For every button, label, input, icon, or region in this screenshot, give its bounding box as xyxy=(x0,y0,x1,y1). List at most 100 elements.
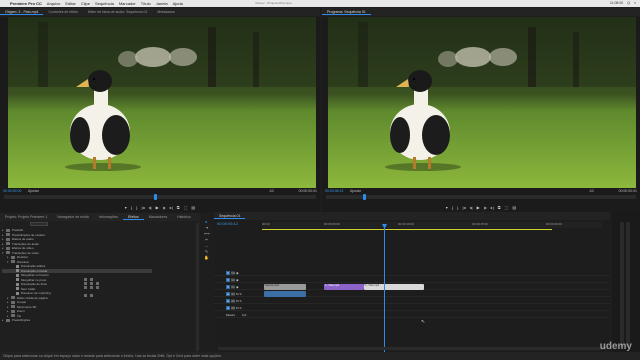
menu-item-editar[interactable]: Editar xyxy=(65,1,75,6)
play-button[interactable]: ▶ xyxy=(156,205,159,210)
menu-item-sequencia[interactable]: Sequência xyxy=(95,1,114,6)
overwrite-button[interactable]: ⬚ xyxy=(184,205,188,210)
effect-folder[interactable]: ▸ Efeito virada de página xyxy=(2,296,152,300)
effect-folder[interactable]: ▸ Zoom xyxy=(2,309,152,313)
spotlight-icon[interactable]: Q xyxy=(627,1,630,5)
effect-item[interactable]: Dissolver de morphing xyxy=(2,291,152,295)
effect-folder[interactable]: ▸ Predefinições de usuário xyxy=(2,233,152,237)
mark-in-button[interactable]: { xyxy=(452,205,453,210)
time-ruler[interactable]: 00:00 00:00:05:00 00:00:10:00 00:00:15:0… xyxy=(262,222,602,228)
timeline-clip[interactable]: 4 - Pato.mp4 xyxy=(324,284,364,290)
effect-item[interactable]: Mergulhar no preto xyxy=(2,278,152,282)
audio-clip[interactable] xyxy=(264,291,306,297)
source-timecode[interactable]: 00:00:00:00 xyxy=(3,189,22,193)
effect-folder[interactable]: ▸ Efeitos de vídeo xyxy=(2,246,152,250)
program-scrubber[interactable] xyxy=(326,194,636,200)
add-marker-button[interactable]: ▾ xyxy=(125,205,127,210)
tab-history[interactable]: Histórico xyxy=(172,215,196,219)
timeline-playhead[interactable] xyxy=(382,224,387,352)
tab-audio-mixer[interactable]: Mixer de faixa de áudio: Sequência 01 xyxy=(83,10,153,14)
track-target-toggle[interactable]: A xyxy=(226,299,230,303)
program-fit-select[interactable]: Ajustar xyxy=(350,189,361,193)
source-fit-select[interactable]: Ajustar xyxy=(28,189,39,193)
effect-folder[interactable]: ▸ Predefin. xyxy=(2,228,152,232)
effect-folder[interactable]: ▸ Predefinições xyxy=(2,318,152,322)
solo-icon[interactable]: S xyxy=(240,299,242,303)
tab-sequence[interactable]: Sequência 01 xyxy=(214,214,246,219)
step-back-button[interactable]: ◂| xyxy=(470,205,473,210)
go-to-in-button[interactable]: |◂ xyxy=(463,205,466,210)
menu-item-titulo[interactable]: Título xyxy=(141,1,151,6)
eye-icon[interactable]: ◉ xyxy=(236,278,239,282)
program-playhead[interactable] xyxy=(363,194,367,200)
program-resolution-select[interactable]: 1/2 xyxy=(589,189,594,193)
mute-icon[interactable]: M xyxy=(236,292,239,296)
extract-button[interactable]: ⬚ xyxy=(505,205,509,210)
effect-folder[interactable]: ▸ Deslizar xyxy=(2,255,152,259)
lift-button[interactable]: ⧉ xyxy=(498,205,501,210)
effect-folder[interactable]: ▸ Limpar xyxy=(2,300,152,304)
menu-item-clipe[interactable]: Clipe xyxy=(81,1,90,6)
effect-folder[interactable]: ▸ Efeitos de áudio xyxy=(2,237,152,241)
slip-tool-icon[interactable]: ↔ xyxy=(204,243,209,248)
solo-icon[interactable]: S xyxy=(240,292,242,296)
mark-out-button[interactable]: } xyxy=(136,205,137,210)
effect-folder[interactable]: ▸ Movimento 3D xyxy=(2,305,152,309)
effect-folder[interactable]: ▾ Dissolver xyxy=(2,260,152,264)
go-to-in-button[interactable]: |◂ xyxy=(142,205,145,210)
timeline-clip[interactable]: Gansos.mp4 xyxy=(264,284,306,290)
mark-in-button[interactable]: { xyxy=(131,205,132,210)
tab-effects[interactable]: Efeitos xyxy=(123,215,144,220)
go-to-out-button[interactable]: ▸| xyxy=(491,205,494,210)
timeline-timecode[interactable]: 00:00:06:12 xyxy=(217,221,238,226)
tab-program[interactable]: Programa: Sequência 01 xyxy=(322,10,371,15)
effect-folder[interactable]: ▾ Transições de vídeo xyxy=(2,251,152,255)
tab-metadata[interactable]: Metadados xyxy=(152,10,179,14)
notification-icon[interactable]: ≡ xyxy=(634,1,636,5)
mark-out-button[interactable]: } xyxy=(457,205,458,210)
mute-icon[interactable]: M xyxy=(236,299,239,303)
export-frame-button[interactable]: ▤ xyxy=(512,205,516,210)
track-target-toggle[interactable]: V xyxy=(226,285,230,289)
source-playhead[interactable] xyxy=(153,194,157,200)
tab-source[interactable]: Origem: 3 - Pato.mp4 xyxy=(0,10,44,15)
pen-tool-icon[interactable]: ✎ xyxy=(204,249,209,254)
solo-icon[interactable]: S xyxy=(240,306,242,310)
source-scrubber[interactable] xyxy=(4,194,316,200)
menu-item-arquivo[interactable]: Arquivo xyxy=(47,1,61,6)
go-to-out-button[interactable]: ▸| xyxy=(170,205,173,210)
razor-tool-icon[interactable]: ✂ xyxy=(204,237,209,242)
source-video-frame[interactable] xyxy=(8,17,316,188)
program-video-frame[interactable] xyxy=(328,17,636,188)
track-select-tool-icon[interactable]: ⇥ xyxy=(204,225,209,230)
source-resolution-select[interactable]: 1/2 xyxy=(269,189,274,193)
step-back-button[interactable]: ◂| xyxy=(149,205,152,210)
menu-item-janela[interactable]: Janela xyxy=(156,1,168,6)
effects-search-input[interactable] xyxy=(30,222,48,226)
timeline-clip[interactable]: 2 - Pato.mp4 xyxy=(364,284,424,290)
effects-scrollbar[interactable] xyxy=(196,223,199,351)
effect-item[interactable]: Dissolução de filme xyxy=(2,282,152,286)
tab-markers[interactable]: Marcadores xyxy=(144,215,172,219)
effect-folder[interactable]: ▸ Transições de áudio xyxy=(2,242,152,246)
effect-item[interactable]: Dissolução aditiva xyxy=(2,264,152,268)
export-frame-button[interactable]: ▤ xyxy=(191,205,195,210)
menu-item-ajuda[interactable]: Ajuda xyxy=(173,1,183,6)
work-area-bar[interactable] xyxy=(262,229,552,230)
add-marker-button[interactable]: ▾ xyxy=(446,205,448,210)
step-forward-button[interactable]: |▸ xyxy=(163,205,166,210)
master-volume[interactable]: 0,0 xyxy=(242,313,246,317)
effect-item[interactable]: Dissolução cruzada xyxy=(2,268,152,273)
track-target-toggle[interactable]: A xyxy=(226,306,230,310)
track-target-toggle[interactable]: V xyxy=(226,271,230,275)
effect-item[interactable]: Mergulhar no branco xyxy=(2,273,152,277)
step-forward-button[interactable]: |▸ xyxy=(484,205,487,210)
program-timecode[interactable]: 00:00:06:12 xyxy=(325,189,344,193)
effect-folder[interactable]: ▸ Íris xyxy=(2,314,152,318)
ripple-edit-tool-icon[interactable]: ⟷ xyxy=(204,231,210,236)
tab-project[interactable]: Projeto: Projeto Premiere 1 xyxy=(0,215,52,219)
timeline-scrollbar[interactable] xyxy=(218,347,606,350)
selection-tool-icon[interactable]: ▸ xyxy=(204,219,209,224)
app-name[interactable]: Premiere Pro CC xyxy=(10,1,42,6)
insert-button[interactable]: ⧉ xyxy=(177,205,180,210)
